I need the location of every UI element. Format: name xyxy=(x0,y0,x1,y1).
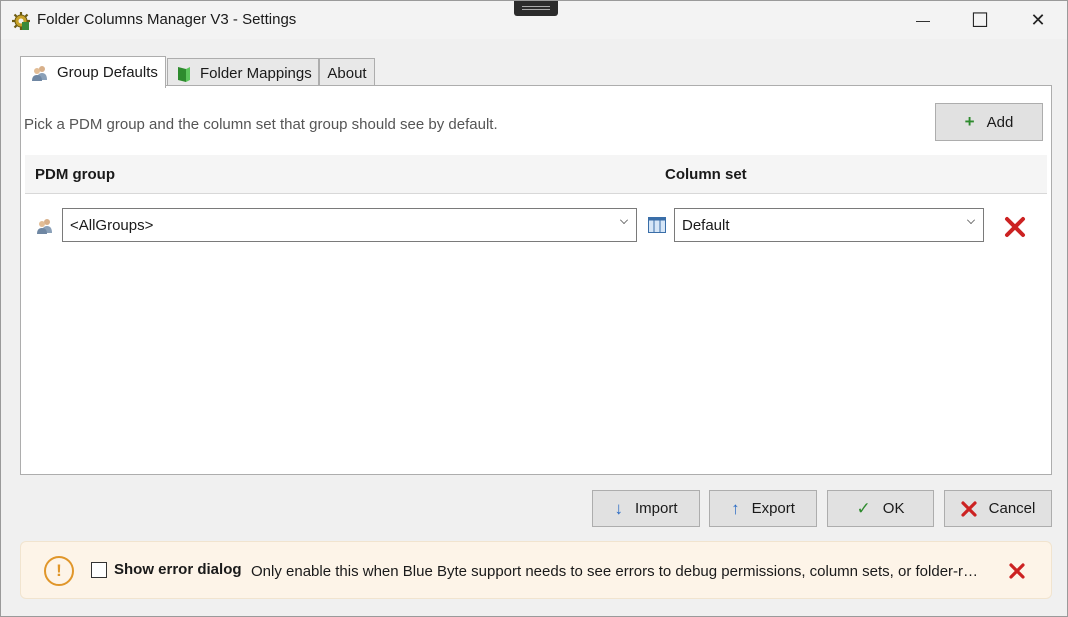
column-header-column-set: Column set xyxy=(665,166,747,183)
maximize-icon: ☐ xyxy=(971,9,989,32)
chevron-down-icon xyxy=(620,216,628,224)
import-button[interactable]: ↓ Import xyxy=(592,490,700,527)
snap-layout-handle[interactable] xyxy=(514,1,558,16)
tab-about[interactable]: About xyxy=(319,58,375,88)
error-dialog-warning-bar: ! Show error dialog Only enable this whe… xyxy=(20,541,1052,599)
group-users-icon xyxy=(36,217,54,239)
warning-message: Only enable this when Blue Byte support … xyxy=(251,563,985,580)
intro-text: Pick a PDM group and the column set that… xyxy=(24,116,498,133)
warning-icon: ! xyxy=(44,556,74,586)
grid-header: PDM group Column set xyxy=(25,155,1047,194)
close-icon: ✕ xyxy=(1030,9,1046,30)
group-defaults-panel: Pick a PDM group and the column set that… xyxy=(20,85,1052,475)
arrow-up-icon: ↑ xyxy=(731,498,740,518)
column-set-icon xyxy=(648,217,666,237)
show-error-dialog-label[interactable]: Show error dialog xyxy=(114,561,242,578)
dismiss-warning-icon[interactable] xyxy=(1008,562,1026,584)
column-set-value: Default xyxy=(682,217,730,234)
title-bar[interactable]: Folder Columns Manager V3 - Settings — ☐… xyxy=(1,1,1067,39)
tab-folder-mappings[interactable]: Folder Mappings xyxy=(167,58,319,88)
app-gear-icon xyxy=(11,11,31,31)
group-users-icon xyxy=(31,64,49,82)
column-header-pdm-group: PDM group xyxy=(35,166,115,183)
pdm-group-select[interactable]: <AllGroups> xyxy=(62,208,637,242)
chevron-down-icon xyxy=(967,216,975,224)
show-error-dialog-checkbox[interactable] xyxy=(91,562,107,578)
green-folder-icon xyxy=(176,65,192,83)
close-button[interactable]: ✕ xyxy=(1009,1,1067,39)
ok-label: OK xyxy=(882,500,905,517)
export-button[interactable]: ↑ Export xyxy=(709,490,817,527)
tab-label: Group Defaults xyxy=(57,64,158,81)
add-button[interactable]: + Add xyxy=(935,103,1043,141)
arrow-down-icon: ↓ xyxy=(614,498,623,518)
ok-button[interactable]: ✓ OK xyxy=(827,490,934,527)
import-label: Import xyxy=(634,500,678,517)
maximize-button[interactable]: ☐ xyxy=(951,1,1009,39)
add-label: Add xyxy=(986,113,1014,131)
checkmark-icon: ✓ xyxy=(856,498,871,518)
export-label: Export xyxy=(751,500,795,517)
minimize-button[interactable]: — xyxy=(894,1,952,39)
red-x-icon xyxy=(961,500,977,517)
cancel-label: Cancel xyxy=(988,500,1036,517)
plus-icon: + xyxy=(964,112,975,131)
column-set-select[interactable]: Default xyxy=(674,208,984,242)
cancel-button[interactable]: Cancel xyxy=(944,490,1052,527)
minimize-icon: — xyxy=(916,12,930,28)
tab-label: Folder Mappings xyxy=(200,65,312,82)
window-title: Folder Columns Manager V3 - Settings xyxy=(37,11,297,28)
tab-group-defaults[interactable]: Group Defaults xyxy=(20,56,166,88)
tab-label: About xyxy=(327,65,367,82)
pdm-group-value: <AllGroups> xyxy=(70,217,154,234)
delete-row-icon[interactable] xyxy=(1004,216,1026,242)
settings-window: Folder Columns Manager V3 - Settings — ☐… xyxy=(0,0,1068,617)
